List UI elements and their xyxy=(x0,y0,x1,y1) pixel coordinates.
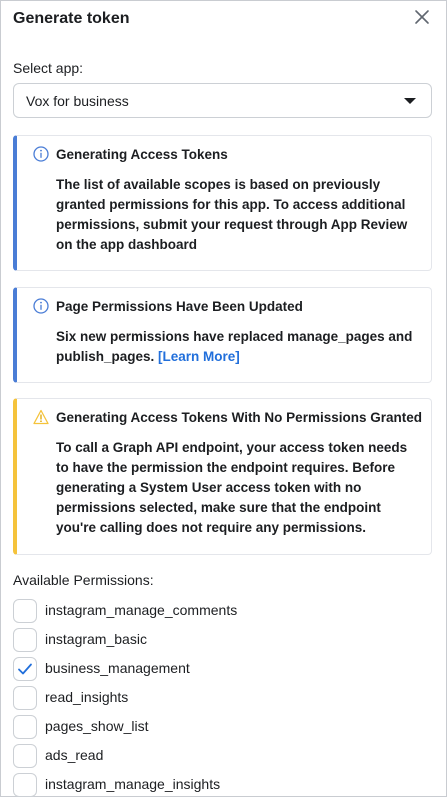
permission-checkbox[interactable] xyxy=(13,599,37,623)
select-app-label: Select app: xyxy=(13,60,84,76)
permission-label: pages_show_list xyxy=(45,718,149,734)
permission-item[interactable]: read_insights xyxy=(13,686,433,715)
select-app-dropdown[interactable]: Vox for business xyxy=(13,83,432,118)
permission-item[interactable]: pages_show_list xyxy=(13,715,433,744)
notice-title: Generating Access Tokens With No Permiss… xyxy=(56,410,422,425)
info-icon xyxy=(33,298,49,314)
notice-title: Generating Access Tokens xyxy=(56,147,228,162)
close-button[interactable] xyxy=(414,9,430,25)
permission-checkbox-checked[interactable] xyxy=(13,657,37,681)
dialog-header: Generate token xyxy=(13,10,446,32)
permission-label: ads_read xyxy=(45,747,104,763)
permission-label: instagram_manage_insights xyxy=(45,776,221,792)
permission-checkbox[interactable] xyxy=(13,773,37,797)
permission-label: instagram_basic xyxy=(45,631,147,647)
permission-item[interactable]: instagram_manage_comments xyxy=(13,599,433,628)
notice-body: To call a Graph API endpoint, your acces… xyxy=(56,440,408,535)
info-icon xyxy=(33,146,49,162)
permission-label: read_insights xyxy=(45,689,129,705)
permission-checkbox[interactable] xyxy=(13,686,37,710)
permission-item[interactable]: ads_read xyxy=(13,744,433,773)
notice-page-permissions: Page Permissions Have Been Updated Six n… xyxy=(13,287,432,383)
notice-body: Six new permissions have replaced manage… xyxy=(56,327,421,367)
permission-checkbox[interactable] xyxy=(13,715,37,739)
permission-item[interactable]: business_management xyxy=(13,657,433,686)
notice-access-tokens: Generating Access Tokens The list of ava… xyxy=(13,135,432,271)
available-permissions-label: Available Permissions: xyxy=(13,572,154,588)
notice-no-permissions: Generating Access Tokens With No Permiss… xyxy=(13,398,432,555)
permission-label: business_management xyxy=(45,660,190,676)
checkmark-icon xyxy=(18,663,32,675)
notice-title: Page Permissions Have Been Updated xyxy=(56,299,303,314)
close-icon xyxy=(415,10,429,24)
permission-item[interactable]: instagram_basic xyxy=(13,628,433,657)
permission-item[interactable]: instagram_manage_insights xyxy=(13,773,433,797)
permission-label: instagram_manage_comments xyxy=(45,602,238,618)
dialog-title: Generate token xyxy=(13,10,130,27)
permission-checkbox[interactable] xyxy=(13,628,37,652)
permission-checkbox[interactable] xyxy=(13,744,37,768)
select-app-value: Vox for business xyxy=(26,93,129,109)
permissions-list: instagram_manage_comments instagram_basi… xyxy=(13,599,433,797)
warning-icon xyxy=(33,409,49,425)
generate-token-dialog: Generate token Select app: Vox for busin… xyxy=(0,0,447,797)
caret-down-icon xyxy=(404,98,416,104)
learn-more-link[interactable]: [Learn More] xyxy=(158,349,240,364)
notice-body: The list of available scopes is based on… xyxy=(56,177,408,252)
